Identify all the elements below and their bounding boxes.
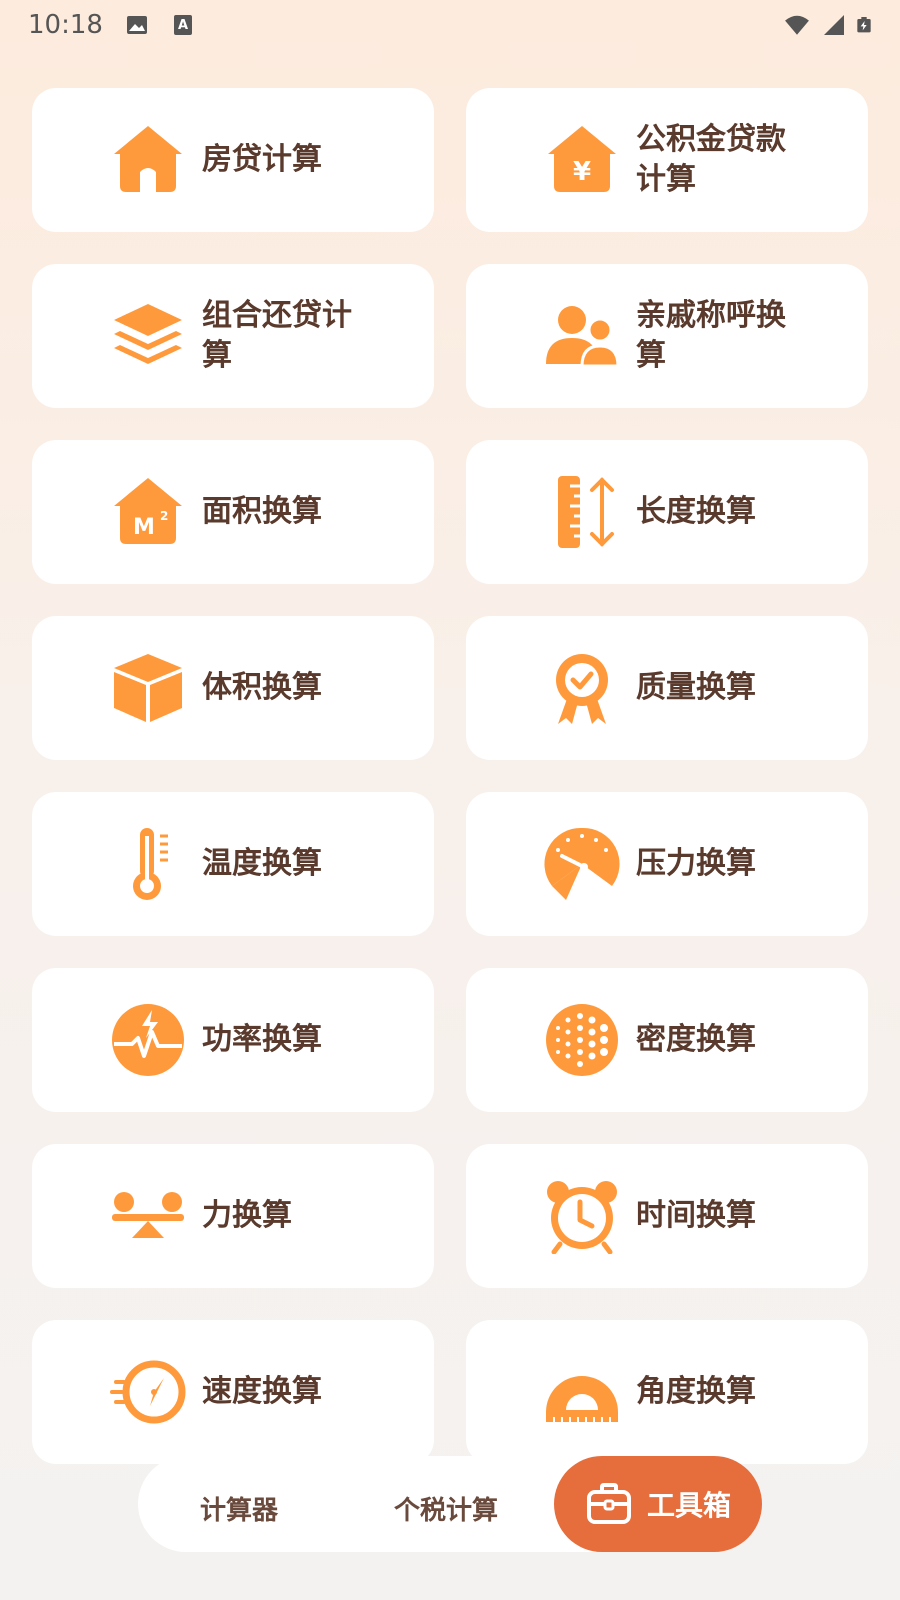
nav-tax[interactable]: 个税计算 [394, 1490, 498, 1527]
tool-card[interactable]: 速度换算 [32, 1320, 434, 1464]
tool-card[interactable]: 组合还贷计算 [32, 264, 434, 408]
house-m2-icon: M2 [110, 474, 186, 550]
tool-label: 速度换算 [202, 1374, 322, 1409]
status-bar: 10:18 A [0, 0, 900, 50]
tool-card[interactable]: 时间换算 [466, 1144, 868, 1288]
tool-label: 房贷计算 [202, 142, 322, 177]
tool-label: 功率换算 [202, 1022, 322, 1057]
tool-card[interactable]: 角度换算 [466, 1320, 868, 1464]
tool-label: 温度换算 [202, 846, 322, 881]
status-time: 10:18 [28, 10, 103, 40]
tool-label: 长度换算 [636, 494, 756, 529]
tool-card[interactable]: 体积换算 [32, 616, 434, 760]
nav-toolbox-label: 工具箱 [646, 1489, 731, 1522]
tool-label: 密度换算 [636, 1022, 756, 1057]
tool-card[interactable]: ¥ 公积金贷款计算 [466, 88, 868, 232]
tool-card[interactable]: 温度换算 [32, 792, 434, 936]
tool-card[interactable]: 长度换算 [466, 440, 868, 584]
nav-calculator[interactable]: 计算器 [200, 1490, 278, 1527]
svg-text:A: A [178, 18, 188, 33]
tool-label: 质量换算 [636, 670, 756, 705]
svg-text:M: M [133, 515, 155, 540]
house-yen-icon: ¥ [544, 122, 620, 198]
bottom-nav: 计算器 个税计算 工具箱 [138, 1456, 762, 1552]
tool-label: 体积换算 [202, 670, 322, 705]
tool-card[interactable]: 质量换算 [466, 616, 868, 760]
tool-card[interactable]: 力换算 [32, 1144, 434, 1288]
protractor-icon [544, 1354, 620, 1430]
svg-text:¥: ¥ [573, 157, 591, 187]
svg-text:2: 2 [160, 509, 168, 523]
house-icon [110, 122, 186, 198]
gauge-icon [544, 826, 620, 902]
layers-icon [110, 298, 186, 374]
tool-card[interactable]: 压力换算 [466, 792, 868, 936]
power-icon [110, 1002, 186, 1078]
cube-icon [110, 650, 186, 726]
tool-label: 时间换算 [636, 1198, 756, 1233]
balance-icon [110, 1178, 186, 1254]
wifi-icon [785, 15, 809, 35]
tool-label: 公积金贷款计算 [636, 122, 786, 197]
badge-check-icon [544, 650, 620, 726]
tool-card[interactable]: 密度换算 [466, 968, 868, 1112]
keyboard-a-icon: A [173, 15, 192, 35]
tool-label: 亲戚称呼换算 [636, 298, 786, 373]
alarm-clock-icon [544, 1178, 620, 1254]
tool-label: 面积换算 [202, 494, 322, 529]
tool-label: 角度换算 [636, 1374, 756, 1409]
tool-label: 压力换算 [636, 846, 756, 881]
tools-grid: 房贷计算 ¥ 公积金贷款计算 组合还贷计算 亲戚称呼换算 M2 面积换算 长度换… [32, 88, 868, 1464]
battery-charging-icon [857, 17, 871, 33]
tool-label: 组合还贷计算 [202, 298, 352, 373]
tool-card[interactable]: 亲戚称呼换算 [466, 264, 868, 408]
tool-label: 力换算 [202, 1198, 292, 1233]
toolbox-icon [586, 1483, 631, 1524]
ruler-icon [544, 474, 620, 550]
image-icon [126, 16, 147, 34]
people-icon [544, 298, 620, 374]
signal-icon [824, 15, 844, 35]
compass-speed-icon [110, 1354, 186, 1430]
thermometer-icon [110, 826, 186, 902]
dots-circle-icon [544, 1002, 620, 1078]
tool-card[interactable]: 功率换算 [32, 968, 434, 1112]
tool-card[interactable]: M2 面积换算 [32, 440, 434, 584]
tool-card[interactable]: 房贷计算 [32, 88, 434, 232]
nav-toolbox[interactable]: 工具箱 [554, 1456, 762, 1552]
